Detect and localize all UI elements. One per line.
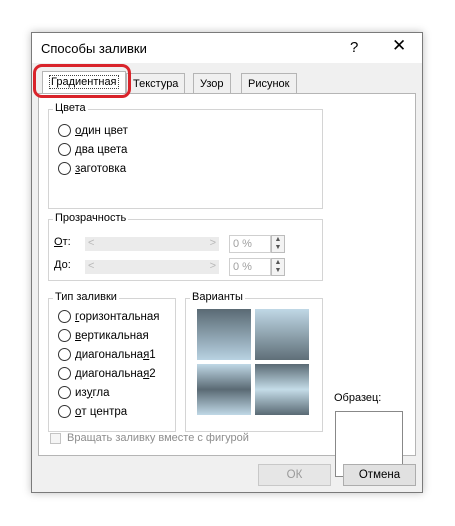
radio-one-color-label: дин цвет xyxy=(81,124,128,137)
radio-from-center-circle[interactable] xyxy=(58,405,71,418)
to-slider-right-arrow[interactable]: > xyxy=(210,260,216,273)
variant-swatch-3[interactable] xyxy=(197,364,251,415)
sample-label: Образец: xyxy=(334,392,382,404)
radio-preset-circle[interactable] xyxy=(58,162,71,175)
from-slider[interactable]: < > xyxy=(85,237,219,251)
radio-from-corner-label: гла xyxy=(92,386,110,399)
radio-horizontal[interactable]: г оризонтальная xyxy=(58,310,160,323)
tab-gradient[interactable]: Градиентная xyxy=(42,71,126,95)
radio-from-corner-circle[interactable] xyxy=(58,386,71,399)
close-button[interactable]: ✕ xyxy=(392,36,406,56)
to-spin-down-icon[interactable]: ▼ xyxy=(272,267,284,275)
from-spin-buttons[interactable]: ▲ ▼ xyxy=(271,235,285,253)
radio-from-corner-prefix: из xyxy=(75,386,87,399)
to-value-input[interactable]: 0 % xyxy=(229,258,271,276)
from-label: От: xyxy=(54,236,71,248)
ok-button[interactable]: ОК xyxy=(258,464,331,486)
radio-two-colors-circle[interactable] xyxy=(58,143,71,156)
tab-gradient-label: Градиентная xyxy=(49,75,119,89)
radio-from-center[interactable]: от центра xyxy=(58,405,127,418)
radio-preset-label: аготовка xyxy=(80,162,127,175)
from-spin-down-icon[interactable]: ▼ xyxy=(272,244,284,252)
radio-two-colors-label: ва цвета xyxy=(81,143,128,156)
radio-vertical-circle[interactable] xyxy=(58,329,71,342)
fill-type-group-label: Тип заливки xyxy=(53,291,119,303)
to-label: До: xyxy=(54,259,71,271)
from-spin-up-icon[interactable]: ▲ xyxy=(272,236,284,244)
radio-diagonal-2[interactable]: диагональна я 2 xyxy=(58,367,156,380)
radio-diagonal-1-prefix: диагональна xyxy=(75,348,144,361)
to-spin-up-icon[interactable]: ▲ xyxy=(272,259,284,267)
help-button[interactable]: ? xyxy=(350,39,358,56)
to-spin-buttons[interactable]: ▲ ▼ xyxy=(271,258,285,276)
from-slider-left-arrow[interactable]: < xyxy=(88,237,94,250)
to-slider[interactable]: < > xyxy=(85,260,219,274)
radio-one-color-circle[interactable] xyxy=(58,124,71,137)
to-slider-left-arrow[interactable]: < xyxy=(88,260,94,273)
radio-diagonal-2-circle[interactable] xyxy=(58,367,71,380)
fill-effects-dialog: Способы заливки ? ✕ Градиентная Текстура… xyxy=(31,32,423,493)
radio-two-colors-mnemonic: д xyxy=(75,143,82,156)
transparency-group-label: Прозрачность xyxy=(53,212,129,224)
from-slider-right-arrow[interactable]: > xyxy=(210,237,216,250)
rotate-with-shape-checkbox[interactable] xyxy=(50,433,61,444)
tab-picture[interactable]: Рисунок xyxy=(241,73,297,95)
from-value-input[interactable]: 0 % xyxy=(229,235,271,253)
radio-vertical[interactable]: в ертикальная xyxy=(58,329,149,342)
radio-vertical-label: ертикальная xyxy=(81,329,149,342)
radio-diagonal-2-label: 2 xyxy=(149,367,156,380)
radio-two-colors[interactable]: д ва цвета xyxy=(58,143,127,156)
radio-diagonal-2-prefix: диагональна xyxy=(75,367,144,380)
tab-pattern[interactable]: Узор xyxy=(193,73,231,95)
variant-swatch-4[interactable] xyxy=(255,364,309,415)
tab-pattern-label: Узор xyxy=(200,78,224,90)
dialog-title: Способы заливки xyxy=(41,41,147,56)
tab-texture-label: Текстура xyxy=(133,78,179,90)
radio-one-color[interactable]: о дин цвет xyxy=(58,124,128,137)
rotate-with-shape-label: Вращать заливку вместе с фигурой xyxy=(67,432,249,444)
radio-horizontal-label: оризонтальная xyxy=(79,310,160,323)
colors-group-label: Цвета xyxy=(53,102,88,114)
variant-swatch-1[interactable] xyxy=(197,309,251,360)
radio-diagonal-1[interactable]: диагональна я 1 xyxy=(58,348,156,361)
radio-diagonal-1-circle[interactable] xyxy=(58,348,71,361)
gradient-tab-panel: Цвета о дин цвет д ва цвета з аготовка Проз… xyxy=(38,93,416,477)
tab-picture-label: Рисунок xyxy=(248,78,290,90)
variant-swatch-2[interactable] xyxy=(255,309,309,360)
variants-group-label: Варианты xyxy=(190,291,245,303)
radio-horizontal-circle[interactable] xyxy=(58,310,71,323)
radio-preset[interactable]: з аготовка xyxy=(58,162,126,175)
title-bar: Способы заливки ? ✕ xyxy=(32,33,422,63)
cancel-button[interactable]: Отмена xyxy=(343,464,416,486)
tab-texture[interactable]: Текстура xyxy=(126,73,186,95)
radio-diagonal-1-label: 1 xyxy=(149,348,156,361)
radio-from-corner[interactable]: из у гла xyxy=(58,386,110,399)
radio-from-center-label: т центра xyxy=(81,405,128,418)
